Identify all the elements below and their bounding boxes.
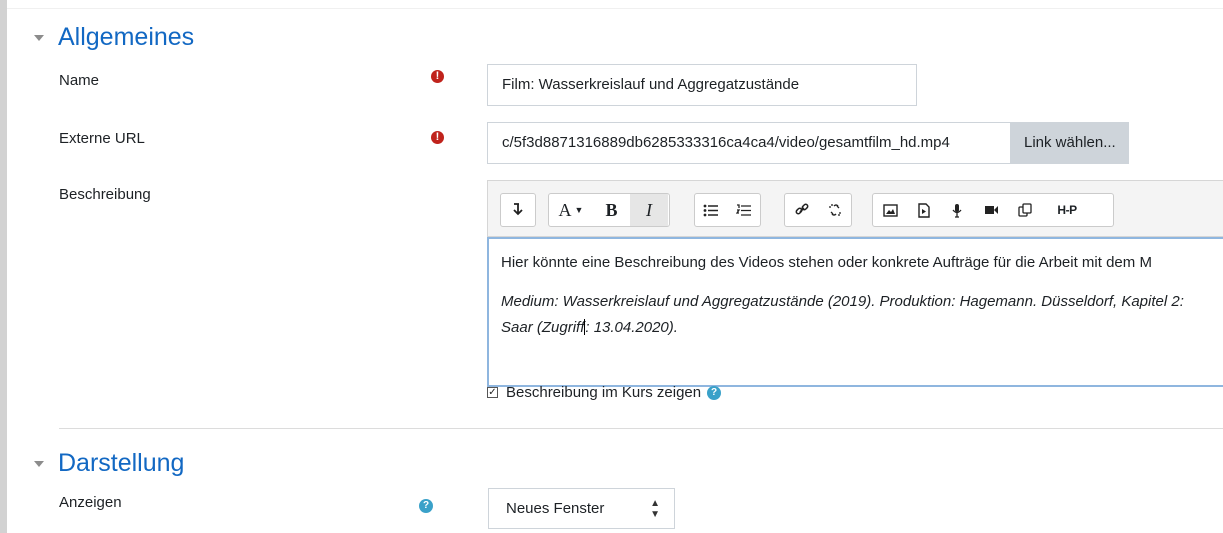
section-display-header[interactable]: Darstellung [34, 449, 184, 478]
microphone-icon [952, 203, 962, 218]
help-icon[interactable]: ? [707, 385, 722, 400]
ordered-list-button[interactable] [728, 194, 761, 226]
choose-link-button[interactable]: Link wählen... [1011, 122, 1129, 164]
unordered-list-icon [703, 204, 719, 216]
show-description-checkbox[interactable]: ✓ [487, 387, 498, 398]
toolbar-toggle-button[interactable] [501, 194, 535, 226]
copy-files-icon [1018, 203, 1032, 217]
editor-toolbar: A ▼ B I H-P [487, 180, 1223, 237]
manage-files-button[interactable] [1008, 194, 1042, 226]
font-a-icon: A [558, 199, 572, 220]
left-border [0, 0, 7, 533]
name-input[interactable]: Film: Wasserkreislauf und Aggregatzustän… [487, 64, 917, 106]
bold-button[interactable]: B [593, 194, 630, 226]
dropdown-caret-icon: ▼ [574, 205, 584, 215]
editor-content-area[interactable]: Hier könnte eine Beschreibung des Videos… [487, 237, 1223, 387]
ordered-list-icon [735, 203, 751, 216]
record-audio-button[interactable] [940, 194, 974, 226]
section-divider [59, 428, 1223, 429]
media-file-icon [917, 202, 930, 218]
unordered-list-button[interactable] [695, 194, 728, 226]
section-general-title: Allgemeines [58, 23, 195, 51]
name-label: Name [59, 72, 100, 89]
citation-line-2b: : 13.04.2020). [585, 319, 678, 336]
h5p-button[interactable]: H-P [1042, 194, 1092, 226]
citation-line-1: Medium: Wasserkreislauf und Aggregatzust… [501, 293, 1184, 310]
required-icon: ! [431, 131, 444, 144]
description-paragraph-2: Medium: Wasserkreislauf und Aggregatzust… [501, 289, 1184, 341]
section-general-header[interactable]: Allgemeines [34, 23, 194, 52]
show-description-row: ✓ Beschreibung im Kurs zeigen ? [487, 384, 722, 401]
unlink-button[interactable] [819, 194, 852, 226]
image-button[interactable] [873, 194, 907, 226]
top-divider [7, 8, 1223, 9]
paragraph-style-button[interactable]: A ▼ [549, 194, 593, 226]
url-input[interactable]: c/5f3d8871316889db6285333316ca4ca4/video… [487, 122, 1011, 164]
toolbar-group-links [784, 193, 852, 227]
help-icon[interactable]: ? [419, 499, 433, 513]
citation-line-2a: Saar (Zugriff [501, 319, 585, 336]
toolbar-group-collapse [500, 193, 536, 227]
description-paragraph-1: Hier könnte eine Beschreibung des Videos… [501, 254, 1152, 271]
display-select-value: Neues Fenster [506, 500, 605, 517]
toggle-arrow-icon [513, 203, 523, 216]
italic-button[interactable]: I [630, 194, 668, 226]
display-label: Anzeigen [59, 494, 122, 511]
collapse-caret-icon[interactable] [34, 34, 44, 41]
record-video-button[interactable] [974, 194, 1008, 226]
unlink-icon [828, 204, 841, 216]
video-camera-icon [984, 206, 998, 214]
select-arrows-icon: ▲ ▼ [650, 498, 660, 520]
show-description-label: Beschreibung im Kurs zeigen [506, 384, 702, 401]
toolbar-group-media: H-P [872, 193, 1114, 227]
toolbar-group-style: A ▼ B I [548, 193, 670, 227]
toolbar-group-lists [694, 193, 761, 227]
image-icon [882, 203, 898, 217]
link-icon [795, 203, 809, 215]
link-button[interactable] [785, 194, 819, 226]
description-label: Beschreibung [59, 186, 151, 203]
media-button[interactable] [907, 194, 940, 226]
description-editor: A ▼ B I H-P Hier könnte eine Beschreibun… [487, 180, 1223, 387]
url-label: Externe URL [59, 130, 145, 147]
required-icon: ! [431, 70, 444, 83]
collapse-caret-icon[interactable] [34, 460, 44, 467]
display-select[interactable]: Neues Fenster ▲ ▼ [488, 488, 675, 529]
section-display-title: Darstellung [58, 449, 185, 477]
